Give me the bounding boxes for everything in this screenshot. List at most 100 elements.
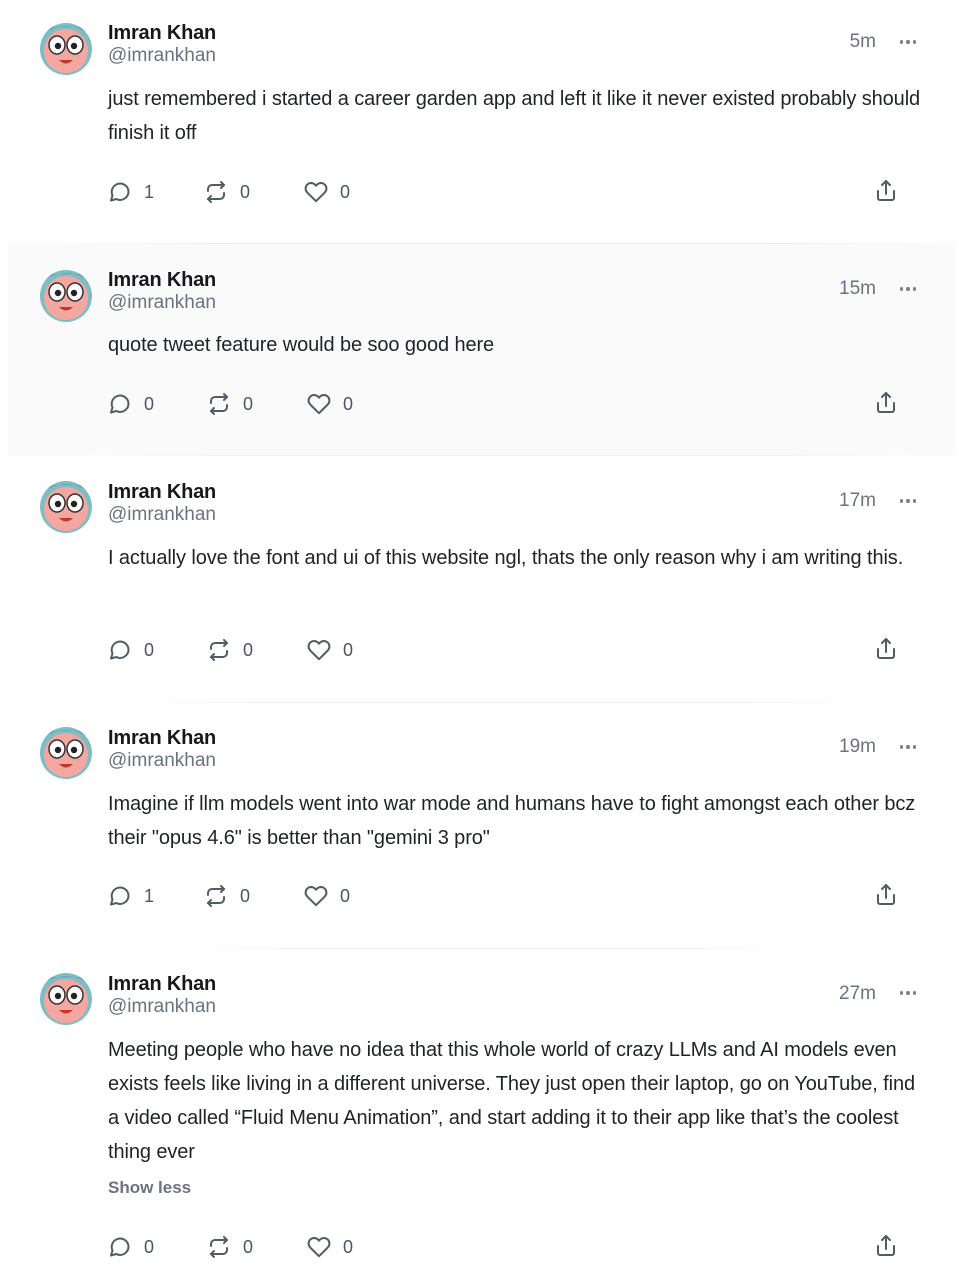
reply-icon — [110, 182, 130, 202]
reply-button[interactable]: 0 — [108, 391, 154, 417]
repost-icon — [207, 885, 225, 907]
repost-icon — [210, 639, 228, 661]
like-button[interactable]: 0 — [307, 391, 353, 417]
post-time[interactable]: 27m — [839, 982, 876, 1006]
post-text: quote tweet feature would be soo good he… — [108, 334, 495, 356]
avatar[interactable] — [40, 481, 92, 533]
like-count: 0 — [343, 394, 354, 414]
post[interactable]: Imran Khan @imrankhan 27m Meeting people… — [8, 948, 956, 1280]
author-name[interactable]: Imran Khan — [108, 480, 216, 504]
share-button[interactable] — [874, 179, 898, 205]
repost-count: 0 — [240, 886, 251, 906]
like-button[interactable]: 0 — [307, 1234, 353, 1260]
post-divider — [120, 702, 880, 703]
avatar-image — [40, 727, 92, 779]
repost-count: 0 — [243, 1237, 254, 1257]
like-count: 0 — [340, 182, 351, 202]
reply-button[interactable]: 1 — [108, 179, 154, 205]
reply-icon — [110, 640, 130, 660]
share-icon — [877, 392, 895, 413]
author-handle[interactable]: @imrankhan — [108, 503, 216, 527]
like-button[interactable]: 0 — [307, 637, 353, 663]
avatar[interactable] — [40, 23, 92, 75]
more-icon[interactable] — [898, 277, 918, 301]
post[interactable]: Imran Khan @imrankhan 19m Imagine if llm… — [8, 702, 956, 948]
post-time[interactable]: 17m — [839, 489, 876, 513]
reply-icon — [110, 394, 130, 414]
repost-button[interactable]: 0 — [207, 637, 253, 663]
share-button[interactable] — [874, 1234, 898, 1260]
reply-icon — [110, 886, 130, 906]
author-handle[interactable]: @imrankhan — [108, 291, 216, 315]
share-icon — [877, 180, 895, 201]
repost-icon — [207, 181, 225, 203]
repost-button[interactable]: 0 — [204, 883, 250, 909]
post-text: Imagine if llm models went into war mode… — [108, 793, 916, 849]
heart-icon — [307, 394, 331, 415]
heart-icon — [304, 182, 328, 203]
reply-count: 1 — [144, 886, 155, 906]
share-button[interactable] — [874, 883, 898, 909]
like-button[interactable]: 0 — [304, 883, 350, 909]
more-icon[interactable] — [898, 30, 918, 54]
author-handle[interactable]: @imrankhan — [108, 44, 216, 68]
avatar-image — [40, 23, 92, 75]
heart-icon — [307, 640, 331, 661]
repost-count: 0 — [243, 640, 254, 660]
post-time[interactable]: 19m — [839, 735, 876, 759]
repost-button[interactable]: 0 — [204, 179, 250, 205]
share-button[interactable] — [874, 637, 898, 663]
author-name[interactable]: Imran Khan — [108, 972, 216, 996]
avatar-image — [40, 481, 92, 533]
repost-icon — [210, 393, 228, 415]
share-icon — [877, 884, 895, 905]
post-divider — [180, 948, 800, 949]
repost-button[interactable]: 0 — [207, 391, 253, 417]
share-icon — [877, 638, 895, 659]
post-text: just remembered i started a career garde… — [108, 88, 921, 144]
repost-count: 0 — [243, 394, 254, 414]
share-button[interactable] — [874, 391, 898, 417]
reply-icon — [110, 1237, 130, 1257]
author-handle[interactable]: @imrankhan — [108, 995, 216, 1019]
author-handle[interactable]: @imrankhan — [108, 749, 216, 773]
reply-count: 1 — [144, 182, 155, 202]
post-time[interactable]: 15m — [839, 277, 876, 301]
post[interactable]: Imran Khan @imrankhan 17m I actually lov… — [8, 455, 956, 702]
reply-button[interactable]: 1 — [108, 883, 154, 909]
share-icon — [877, 1235, 895, 1256]
heart-icon — [304, 886, 328, 907]
like-count: 0 — [340, 886, 351, 906]
more-icon[interactable] — [898, 735, 918, 759]
repost-icon — [210, 1236, 228, 1258]
post[interactable]: Imran Khan @imrankhan 15m quote tweet fe… — [8, 243, 956, 455]
author-name[interactable]: Imran Khan — [108, 21, 216, 45]
avatar[interactable] — [40, 727, 92, 779]
reply-count: 0 — [144, 640, 155, 660]
repost-count: 0 — [240, 182, 251, 202]
avatar-image — [40, 973, 92, 1025]
avatar[interactable] — [40, 973, 92, 1025]
repost-button[interactable]: 0 — [207, 1234, 253, 1260]
heart-icon — [307, 1237, 331, 1258]
author-name[interactable]: Imran Khan — [108, 726, 216, 750]
reply-count: 0 — [144, 1237, 155, 1257]
reply-button[interactable]: 0 — [108, 1234, 154, 1260]
show-less-button[interactable]: Show less — [108, 1177, 191, 1199]
post-text: Meeting people who have no idea that thi… — [108, 1039, 916, 1163]
post[interactable]: Imran Khan @imrankhan 5m just remembered… — [8, 0, 956, 243]
post-text: I actually love the font and ui of this … — [108, 547, 904, 569]
reply-count: 0 — [144, 394, 155, 414]
like-count: 0 — [343, 1237, 354, 1257]
post-divider — [60, 455, 940, 456]
author-name[interactable]: Imran Khan — [108, 268, 216, 292]
like-count: 0 — [343, 640, 354, 660]
like-button[interactable]: 0 — [304, 179, 350, 205]
more-icon[interactable] — [898, 981, 918, 1005]
post-divider — [60, 243, 940, 244]
reply-button[interactable]: 0 — [108, 637, 154, 663]
avatar[interactable] — [40, 270, 92, 322]
more-icon[interactable] — [898, 489, 918, 513]
post-feed: Imran Khan @imrankhan 5m just remembered… — [0, 0, 972, 1280]
post-time[interactable]: 5m — [850, 30, 876, 54]
